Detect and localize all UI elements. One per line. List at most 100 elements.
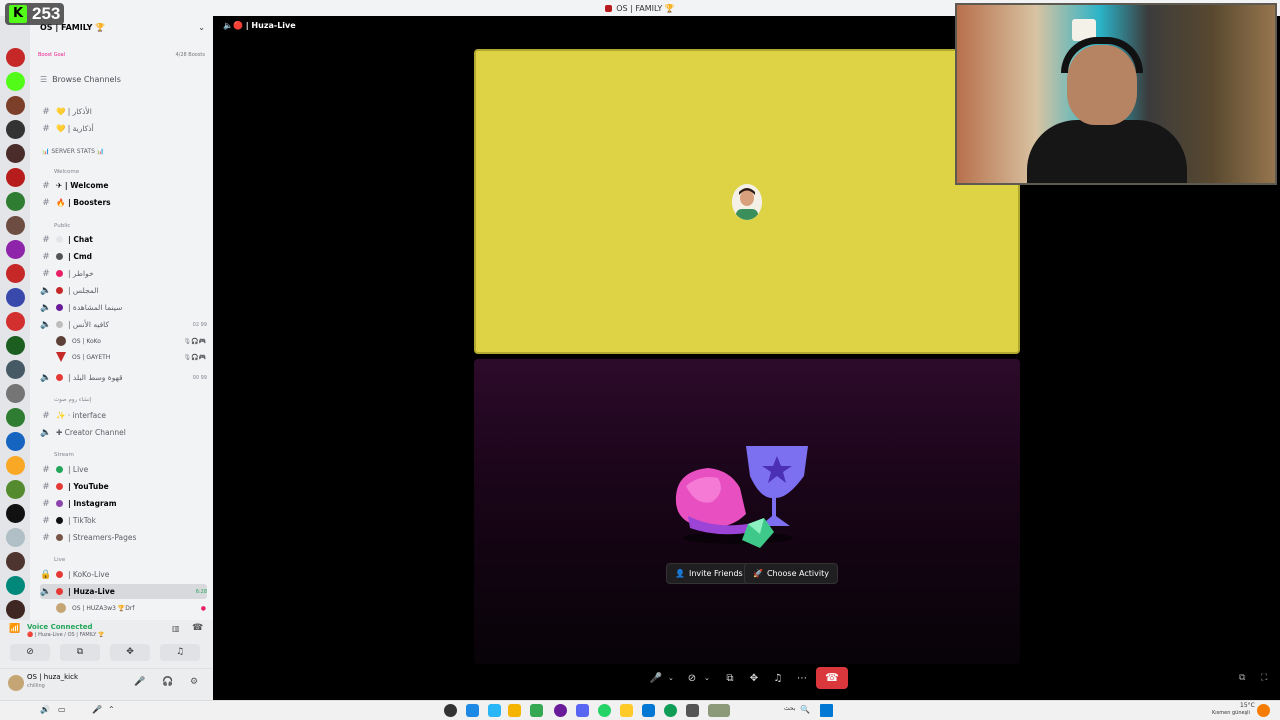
server-icon[interactable] [6, 168, 25, 187]
network-icon[interactable]: ▭ [58, 705, 66, 714]
edge-icon[interactable] [664, 704, 677, 717]
channel-item[interactable]: # | Live [40, 462, 207, 477]
more-icon[interactable]: ⋯ [790, 673, 814, 684]
microphone-icon[interactable]: 🎤 [134, 677, 145, 687]
microphone-icon[interactable]: 🎤 [644, 673, 668, 684]
popout-icon[interactable]: ⧉ [1239, 673, 1245, 683]
voice-channel-item[interactable]: 🔒 | KoKo-Live [40, 567, 207, 582]
screen-share-icon[interactable]: ⧉ [718, 673, 742, 684]
channel-item[interactable]: # ✈ | Welcome [40, 178, 207, 193]
channel-item[interactable]: # 🔥 | Boosters [40, 195, 207, 210]
gear-icon[interactable]: ⚙ [190, 677, 198, 687]
channel-item[interactable]: # ✨ · interface [40, 408, 207, 423]
browse-channels-button[interactable]: ☰ Browse Channels [40, 75, 121, 84]
choose-activity-button[interactable]: 🚀 Choose Activity [744, 563, 838, 584]
windows-start-icon[interactable] [820, 704, 833, 717]
server-icon[interactable] [6, 72, 25, 91]
channel-item[interactable]: # | Chat [40, 232, 207, 247]
server-icon[interactable] [6, 576, 25, 595]
server-icon[interactable] [6, 360, 25, 379]
voice-location[interactable]: 🔴 | Huza-Live / OS | FAMILY 🏆 [27, 632, 104, 638]
invite-friends-button[interactable]: 👤 Invite Friends [666, 563, 752, 584]
screen-share-button[interactable]: ⧉ [60, 644, 100, 661]
server-icon[interactable] [6, 216, 25, 235]
channel-item[interactable]: # | Cmd [40, 249, 207, 264]
whatsapp-icon[interactable] [598, 704, 611, 717]
channel-item[interactable]: # | TikTok [40, 513, 207, 528]
activities-icon[interactable]: ✥ [742, 673, 766, 684]
chevron-up-icon[interactable]: ⌃ [108, 705, 115, 714]
category-welcome[interactable]: Welcome [54, 169, 79, 175]
search-icon[interactable]: 🔍 [800, 705, 810, 714]
camera-off-button[interactable]: ⊘ [10, 644, 50, 661]
voice-channel-item-active[interactable]: 🔈 | Huza-Live 6:28 [40, 584, 207, 599]
app-icon[interactable] [642, 704, 655, 717]
voice-member[interactable]: OS | HUZA3w3 🏆Drf ● [56, 601, 206, 615]
username[interactable]: OS | huza_kick [27, 673, 78, 681]
chevron-down-icon[interactable]: ⌄ [704, 674, 718, 682]
server-icon[interactable] [6, 384, 25, 403]
voice-channel-item[interactable]: 🔈 | المجلس [40, 283, 207, 298]
fullscreen-icon[interactable]: ⛶ [1261, 673, 1267, 683]
search-label[interactable]: بحث [784, 705, 795, 712]
server-icon[interactable] [6, 552, 25, 571]
camera-off-icon[interactable]: ⊘ [680, 673, 704, 684]
microphone-icon[interactable]: 🎤 [92, 705, 102, 714]
server-icon[interactable] [6, 600, 25, 619]
app-icon[interactable] [530, 704, 543, 717]
avatar[interactable] [8, 675, 24, 691]
boost-goal-bar[interactable]: Boost Goal 4/28 Boosts [38, 49, 205, 60]
category-creators[interactable]: إنشاء روم صوت [54, 397, 91, 403]
headphones-icon[interactable]: 🎧 [162, 677, 173, 687]
soundboard-button[interactable]: ♫ [160, 644, 200, 661]
weather-desc[interactable]: Kısmen güneşli [1212, 710, 1250, 716]
server-icon[interactable] [6, 456, 25, 475]
server-icon[interactable] [6, 432, 25, 451]
server-icon[interactable] [6, 96, 25, 115]
server-icon[interactable] [6, 288, 25, 307]
voice-member[interactable]: OS | KoKo 🎙🎧🎮 [56, 334, 206, 348]
chrome-icon[interactable] [508, 704, 521, 717]
discord-icon[interactable] [576, 704, 589, 717]
soundboard-icon[interactable]: ♫ [766, 673, 790, 684]
category-public[interactable]: Public [54, 223, 70, 229]
channel-item[interactable]: # | Streamers-Pages [40, 530, 207, 545]
weather-icon[interactable] [1257, 704, 1270, 717]
activities-button[interactable]: ✥ [110, 644, 150, 661]
channel-item[interactable]: # | Instagram [40, 496, 207, 511]
category-live[interactable]: Live [54, 557, 65, 563]
server-icon[interactable] [6, 504, 25, 523]
obs-icon[interactable] [444, 704, 457, 717]
server-icon[interactable] [6, 48, 25, 67]
voice-channel-item[interactable]: 🔈 | كافيه الأنس 02 99 [40, 317, 207, 332]
hangup-button[interactable]: ☎ [816, 667, 848, 689]
server-icon[interactable] [6, 240, 25, 259]
category-stream[interactable]: Stream [54, 452, 74, 458]
app-icon[interactable] [686, 704, 699, 717]
server-icon[interactable] [6, 408, 25, 427]
voice-member[interactable]: OS | GAYETH 🎙🎧🎮 [56, 350, 206, 364]
voice-channel-item[interactable]: 🔈 | سينما المشاهدة [40, 300, 207, 315]
disconnect-icon[interactable]: ☎ [192, 623, 203, 633]
channel-item[interactable]: # 💛 | الأذكار [40, 104, 207, 119]
server-icon[interactable] [6, 336, 25, 355]
channel-item[interactable]: # | خواطر [40, 266, 207, 281]
voice-connected-label[interactable]: Voice Connected [27, 623, 93, 631]
server-icon[interactable] [6, 528, 25, 547]
search-highlight-icon[interactable] [708, 704, 730, 717]
folder-icon[interactable] [620, 704, 633, 717]
chevron-down-icon[interactable]: ⌄ [668, 674, 680, 682]
server-icon[interactable] [6, 264, 25, 283]
server-stats-category[interactable]: 📊 SERVER STATS 📊 [42, 148, 104, 155]
weather-temp[interactable]: 15°C [1240, 702, 1255, 709]
channel-item[interactable]: # | YouTube [40, 479, 207, 494]
server-icon[interactable] [6, 192, 25, 211]
signal-icon[interactable]: 📶 [9, 624, 20, 634]
server-icon[interactable] [6, 144, 25, 163]
voice-channel-item[interactable]: 🔈 ✚ Creator Channel [40, 425, 207, 440]
app-icon[interactable] [554, 704, 567, 717]
server-icon[interactable] [6, 480, 25, 499]
app-icon[interactable] [466, 704, 479, 717]
noise-suppression-icon[interactable]: ▥ [172, 624, 180, 633]
voice-channel-item[interactable]: 🔈 | قهوة وسط البلد 00 99 [40, 370, 207, 385]
